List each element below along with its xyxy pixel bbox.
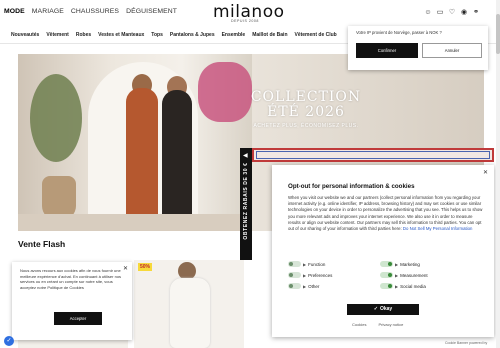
opt-out-dialog: ✕ Opt-out for personal information & coo…: [272, 165, 494, 337]
model-black-dress: [162, 90, 192, 228]
privacy-notice-link[interactable]: Privacy notice: [378, 322, 403, 327]
chevron-icon: ▶: [395, 272, 399, 278]
hero-image[interactable]: [18, 54, 252, 231]
globe-icon[interactable]: ⚭: [472, 9, 480, 17]
model-rust-dress: [126, 88, 158, 228]
toggle-marketing[interactable]: [380, 261, 393, 267]
consent-social-media[interactable]: ▶ Social media: [380, 283, 426, 289]
cookie-notice-text: Nous avons recours aux cookies afin de v…: [20, 268, 122, 290]
close-icon[interactable]: ✕: [483, 169, 488, 176]
hero-title-line1: COLLECTION: [250, 89, 362, 105]
consent-function[interactable]: ▶ Function: [288, 261, 325, 267]
logo-tagline: DEPUIS 2008: [231, 19, 259, 23]
currency-popup: Votre IP provient de Norvège, passer à N…: [348, 26, 488, 70]
white-dress: [170, 278, 210, 348]
cancel-button[interactable]: Annuler: [422, 43, 482, 58]
scrollbar-thumb[interactable]: [496, 14, 500, 54]
consent-other[interactable]: ▶ Other: [288, 283, 319, 289]
section-title: Vente Flash: [18, 239, 66, 249]
cookie-notice: ✕ Nous avons recours aux cookies afin de…: [12, 262, 132, 340]
promo-strip: [252, 148, 494, 162]
powered-by: Cookie Banner powered by: [445, 341, 488, 345]
cookies-link[interactable]: Cookies: [352, 322, 366, 327]
confirm-button[interactable]: Confirmer: [356, 43, 418, 58]
product-card-2[interactable]: [134, 260, 244, 348]
scrollbar[interactable]: [496, 0, 500, 348]
toggle-measurement[interactable]: [380, 272, 393, 278]
toggle-other[interactable]: [288, 283, 301, 289]
consent-label: Social media: [400, 283, 426, 289]
hero-title-line2: ÉTÉ 2026: [267, 104, 345, 120]
hero-floor: [18, 214, 252, 231]
opt-out-title: Opt-out for personal information & cooki…: [288, 183, 415, 190]
heart-icon[interactable]: ♡: [448, 9, 456, 17]
chevron-icon: ▶: [303, 283, 307, 289]
chevron-icon: ▶: [303, 261, 307, 267]
cookie-settings-icon[interactable]: ✓: [4, 336, 14, 346]
toggle-function[interactable]: [288, 261, 301, 267]
chevron-icon: ▶: [303, 272, 307, 278]
toggle-social-media[interactable]: [380, 283, 393, 289]
nav-mode[interactable]: MODE: [4, 8, 25, 15]
hero-tagline: ACHETEZ PLUS, ÉCONOMISEZ PLUS.: [253, 123, 359, 129]
chevron-icon: ▶: [395, 283, 399, 289]
promo-side-banner[interactable]: ◀ OBTENEZ RABAIS DE 30 €: [240, 148, 252, 260]
toggle-preferences[interactable]: [288, 272, 301, 278]
promo-strip-inner: [256, 151, 490, 159]
consent-label: Preferences: [308, 272, 333, 278]
consent-label: Function: [308, 261, 326, 267]
consent-label: Other: [308, 283, 320, 289]
hero-caption: COLLECTION ÉTÉ 2026 ACHETEZ PLUS, ÉCONOM…: [246, 89, 366, 130]
nav-chaussures[interactable]: CHAUSSURES: [71, 8, 119, 15]
consent-measurement[interactable]: ▶ Measurement: [380, 272, 428, 278]
accept-cookies-button[interactable]: Accepter: [54, 312, 102, 325]
okay-button[interactable]: ✓ Okay: [347, 304, 419, 315]
header-icons: ☺ ▭ ♡ ◉ ⚭: [424, 9, 480, 17]
consent-preferences[interactable]: ▶ Preferences: [288, 272, 332, 278]
nav-deguisement[interactable]: DÉGUISEMENT: [126, 8, 177, 15]
okay-label: Okay: [379, 306, 393, 312]
olive-tree: [30, 74, 82, 162]
account-icon[interactable]: ◉: [460, 9, 468, 17]
top-bar: MODE MARIAGE CHAUSSURES DÉGUISEMENT mila…: [0, 0, 500, 26]
bag-icon[interactable]: ▭: [436, 9, 444, 17]
opt-out-body: When you visit our website we and our pa…: [288, 195, 484, 232]
chevron-icon: ▶: [395, 261, 399, 267]
user-icon[interactable]: ☺: [424, 9, 432, 17]
discount-badge: 50%: [138, 263, 153, 271]
nav-mariage[interactable]: MARIAGE: [32, 8, 64, 15]
currency-question: Votre IP provient de Norvège, passer à N…: [356, 30, 442, 35]
check-icon: ✓: [373, 306, 378, 312]
do-not-sell-link[interactable]: Do Not Sell My Personal Information: [403, 226, 473, 231]
bougainvillea: [198, 62, 252, 122]
consent-marketing[interactable]: ▶ Marketing: [380, 261, 420, 267]
main-nav: MODE MARIAGE CHAUSSURES DÉGUISEMENT: [4, 8, 184, 15]
close-icon[interactable]: ✕: [123, 265, 128, 272]
opt-out-links: Cookies Privacy notice: [352, 322, 403, 327]
promo-side-text: OBTENEZ RABAIS DE 30 €: [243, 162, 249, 240]
consent-label: Marketing: [400, 261, 420, 267]
consent-label: Measurement: [400, 272, 428, 278]
